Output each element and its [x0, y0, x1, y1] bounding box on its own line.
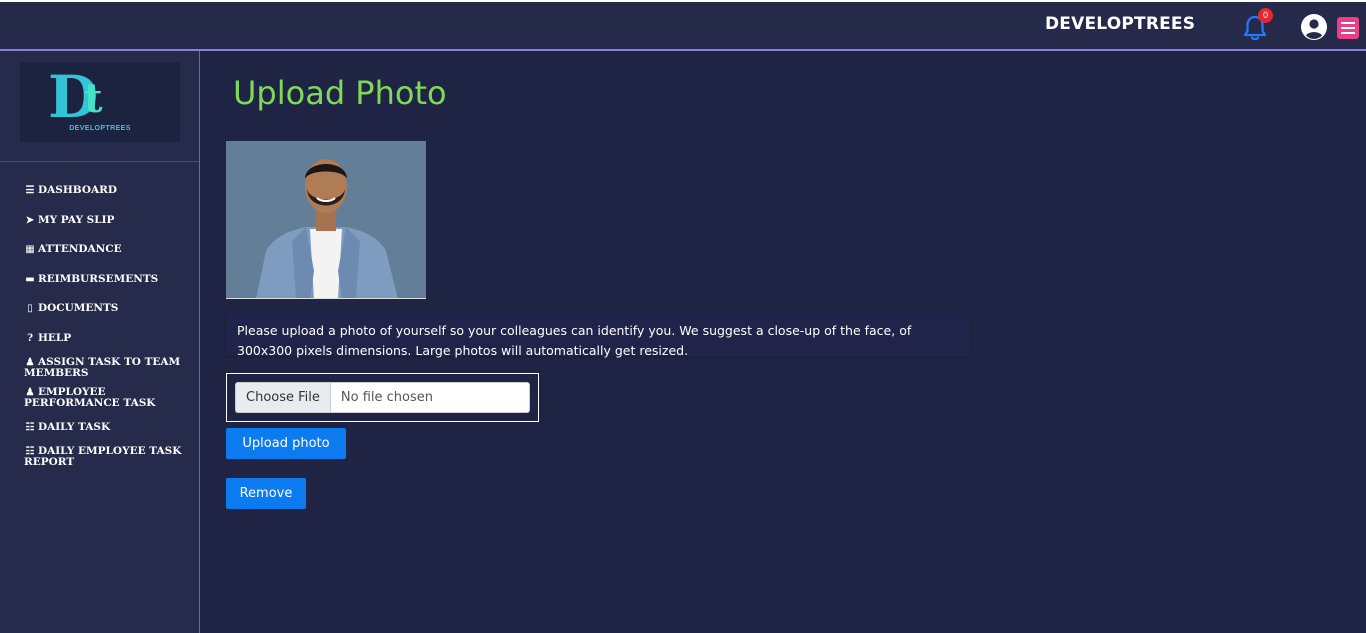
file-input[interactable]: Choose File No file chosen: [235, 382, 530, 413]
company-logo[interactable]: D t DEVELOPTREES: [20, 62, 180, 142]
top-navbar: DEVELOPTREES 0: [0, 0, 1366, 51]
sidebar-item-assign-task[interactable]: ♟ ASSIGN TASK TO TEAM MEMBERS: [24, 357, 196, 379]
sidebar-item-label-line2: PERFORMANCE TASK: [24, 397, 156, 409]
sidebar-item-label: DASHBOARD: [38, 184, 117, 196]
sidebar-item-label-line2: REPORT: [24, 456, 75, 468]
profile-photo: [226, 141, 426, 299]
upload-instructions: Please upload a photo of yourself so you…: [226, 314, 970, 358]
sidebar-item-employee-performance[interactable]: ♟ EMPLOYEE PERFORMANCE TASK: [24, 387, 196, 409]
sidebar-item-daily-task[interactable]: ☷ DAILY TASK: [24, 421, 196, 434]
sidebar-item-documents[interactable]: ▯ DOCUMENTS: [24, 302, 196, 315]
instructions-line-1: Please upload a photo of yourself so you…: [237, 323, 912, 338]
sidebar-item-label: HELP: [38, 332, 72, 344]
file-icon: ▯: [27, 303, 33, 314]
sidebar-item-label: ATTENDANCE: [38, 243, 122, 255]
logo-letter-t: t: [84, 75, 103, 122]
tasks-icon: ☷: [25, 422, 35, 433]
question-circle-icon: ?: [27, 333, 33, 344]
sidebar-item-label: DOCUMENTS: [38, 302, 119, 314]
sidebar-divider: [0, 161, 199, 162]
instructions-line-2: 300x300 pixels dimensions. Large photos …: [237, 343, 689, 358]
sidebar-item-label: REIMBURSEMENTS: [38, 273, 159, 285]
remove-button[interactable]: Remove: [226, 478, 306, 509]
brand-name: DEVELOPTREES: [1045, 14, 1196, 34]
sidebar-item-dashboard[interactable]: ☰ DASHBOARD: [24, 184, 196, 197]
file-upload-container: Choose File No file chosen: [226, 373, 539, 422]
bars-icon: ☰: [25, 185, 35, 196]
sidebar-item-help[interactable]: ? HELP: [24, 332, 196, 345]
sidebar-item-label: DAILY TASK: [38, 421, 111, 433]
person-portrait-image: [226, 141, 426, 298]
sidebar-item-attendance[interactable]: ▦ ATTENDANCE: [24, 243, 196, 256]
sidebar-item-reimbursements[interactable]: ▬ REIMBURSEMENTS: [24, 273, 196, 286]
sidebar-item-my-pay-slip[interactable]: ➤ MY PAY SLIP: [24, 214, 196, 227]
notification-badge: 0: [1258, 8, 1273, 23]
file-status-text: No file chosen: [340, 390, 433, 405]
sidebar-item-label: MY PAY SLIP: [38, 214, 115, 226]
sidebar-item-daily-employee-report[interactable]: ☷ DAILY EMPLOYEE TASK REPORT: [24, 446, 196, 468]
credit-card-icon: ▬: [25, 274, 35, 285]
page-title: Upload Photo: [233, 74, 447, 112]
paper-plane-icon: ➤: [25, 215, 35, 226]
user-circle-icon[interactable]: [1300, 13, 1328, 41]
choose-file-button[interactable]: Choose File: [236, 383, 331, 412]
sidebar: D t DEVELOPTREES ☰ DASHBOARD ➤ MY PAY SLIP…: [0, 51, 200, 633]
hamburger-menu-icon[interactable]: [1337, 17, 1359, 39]
logo-text: DEVELOPTREES: [69, 125, 131, 132]
upload-photo-button[interactable]: Upload photo: [226, 428, 346, 459]
calendar-icon: ▦: [25, 244, 35, 255]
sidebar-item-label-line2: MEMBERS: [24, 367, 89, 379]
